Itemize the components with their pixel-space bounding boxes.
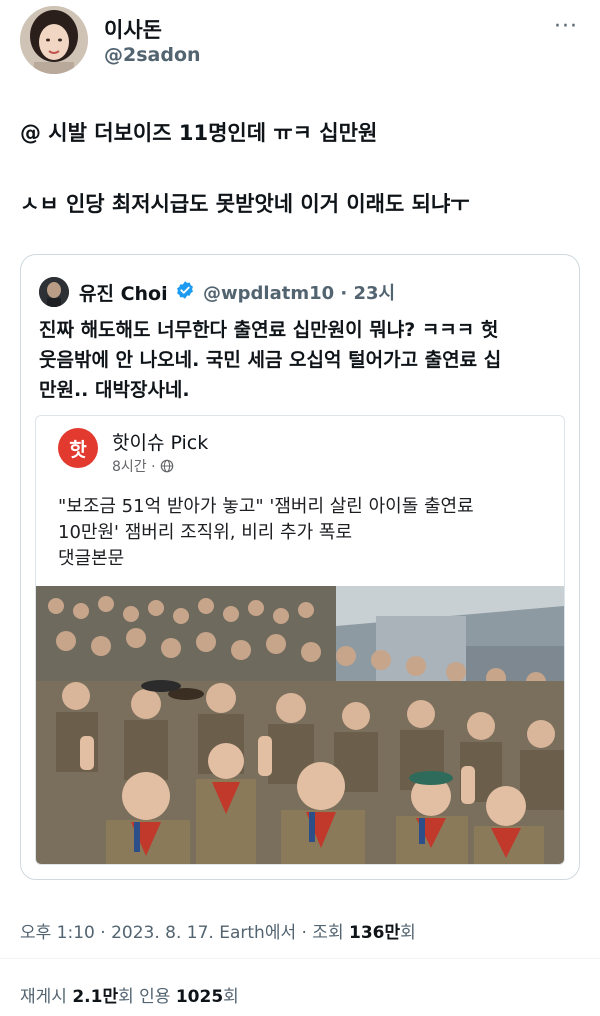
author-handle[interactable]: @2sadon (104, 44, 201, 66)
tweet-date[interactable]: 2023. 8. 17. (111, 923, 214, 943)
post-time: 8시간 · (112, 456, 174, 476)
views-count[interactable]: 136만 (349, 923, 400, 943)
embedded-post-card[interactable]: 핫 핫이슈 Pick 8시간 · "보조금 51억 받아가 놓고" '잼버리 살… (35, 415, 565, 865)
tweet-text-line-1: @ 시발 더보이즈 11명인데 ㅠㅋ 십만원 (20, 121, 378, 145)
meta-separator: · (94, 923, 112, 943)
more-horizontal-icon[interactable]: ··· (554, 14, 578, 39)
post-text-line-2: 10만원' 잼버리 조직위, 비리 추가 폭로 (58, 522, 353, 543)
crowd-photo[interactable] (36, 586, 564, 865)
quote-text-line-1: 진짜 해도해도 너무한다 출연료 십만원이 뭐냐? ㅋㅋㅋ 헛 (39, 319, 499, 341)
post-text-line-1: "보조금 51억 받아가 놓고" '잼버리 살린 아이돌 출연료 (58, 496, 474, 517)
quote-text-line-3: 만원.. 대박장사네. (39, 379, 190, 401)
tweet-client: Earth (213, 923, 265, 943)
verified-badge-icon (177, 281, 193, 299)
quote-text-line-2: 웃음밖에 안 나오네. 국민 세금 오십억 털어가고 출연료 십 (39, 349, 502, 371)
globe-icon (160, 459, 174, 473)
quotes-suffix: 회 (223, 987, 239, 1007)
retweets-suffix: 회 인용 (118, 987, 176, 1007)
page-logo[interactable]: 핫 (58, 428, 98, 468)
quoted-tweet[interactable]: 유진 Choi @wpdlatm10 · 23시 진짜 해도해도 너무한다 출연… (20, 254, 580, 880)
quote-author-avatar[interactable] (39, 277, 69, 307)
quote-handle-time[interactable]: @wpdlatm10 · 23시 (203, 279, 395, 305)
quotes-count[interactable]: 1025 (176, 987, 223, 1007)
post-time-text: 8시간 · (112, 459, 161, 475)
tweet-text-line-2: ㅅㅂ 인당 최저시급도 못받앗네 이거 이래도 되냐ㅜ (20, 192, 470, 216)
quote-avatar-image (39, 277, 69, 307)
page-name[interactable]: 핫이슈 Pick (112, 428, 208, 455)
post-text-line-3: 댓글본문 (58, 548, 125, 569)
avatar-image (20, 6, 88, 74)
tweet-time[interactable]: 오후 1:10 (20, 923, 95, 943)
author-display-name[interactable]: 이사돈 (104, 14, 162, 44)
views-suffix: 회 (400, 923, 416, 943)
retweets-label: 재게시 (20, 987, 73, 1007)
retweets-count[interactable]: 2.1만 (72, 987, 118, 1007)
author-avatar[interactable] (20, 6, 88, 74)
engagement-stats: 재게시 2.1만회 인용 1025회 (20, 982, 239, 1007)
quote-author-name[interactable]: 유진 Choi (79, 279, 168, 306)
divider (0, 958, 600, 959)
meta-views-prefix: 에서 · 조회 (264, 923, 349, 943)
tweet-meta: 오후 1:10 · 2023. 8. 17. Earth에서 · 조회 136만… (20, 918, 416, 943)
